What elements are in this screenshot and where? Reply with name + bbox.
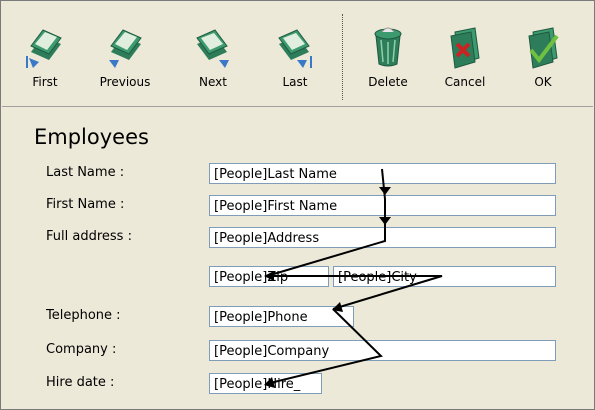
ok-button-label: OK bbox=[534, 75, 552, 89]
cancel-icon bbox=[450, 27, 480, 69]
form-window: First Previous Next Last Delete Cancel O… bbox=[0, 0, 595, 410]
toolbar: First Previous Next Last Delete Cancel O… bbox=[2, 2, 593, 107]
previous-button[interactable]: Previous bbox=[94, 2, 156, 106]
entry-order-arrows bbox=[264, 168, 443, 388]
cancel-button[interactable]: Cancel bbox=[434, 2, 496, 106]
delete-button-label: Delete bbox=[368, 75, 408, 89]
previous-button-label: Previous bbox=[99, 75, 151, 89]
last-button-label: Last bbox=[282, 75, 308, 89]
toolbar-separator bbox=[342, 14, 343, 100]
next-record-icon bbox=[196, 29, 229, 68]
delete-button[interactable]: Delete bbox=[357, 2, 419, 106]
first-button-label: First bbox=[32, 75, 58, 89]
trash-icon bbox=[374, 27, 402, 67]
cancel-button-label: Cancel bbox=[444, 75, 486, 89]
first-button[interactable]: First bbox=[14, 2, 76, 106]
ok-icon bbox=[528, 27, 559, 69]
next-button[interactable]: Next bbox=[182, 2, 244, 106]
first-record-icon bbox=[26, 29, 62, 68]
previous-record-icon bbox=[109, 29, 142, 68]
last-record-icon bbox=[278, 29, 312, 68]
ok-button[interactable]: OK bbox=[512, 2, 574, 106]
next-button-label: Next bbox=[199, 75, 227, 89]
last-button[interactable]: Last bbox=[264, 2, 326, 106]
employee-form: Employees Last Name : First Name : Full … bbox=[2, 107, 593, 409]
